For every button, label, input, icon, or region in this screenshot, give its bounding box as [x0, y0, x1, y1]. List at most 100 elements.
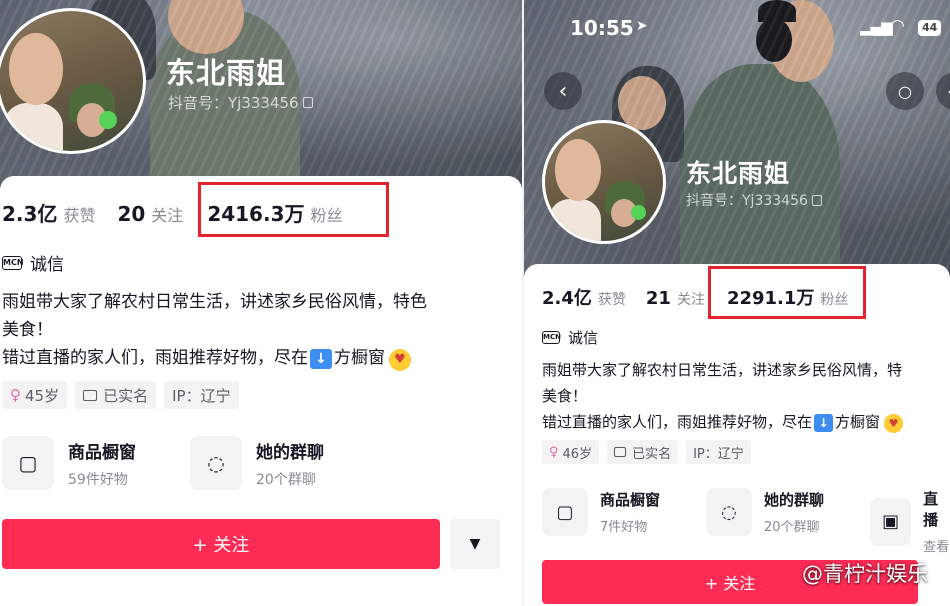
source-watermark: @青柠汁娱乐	[802, 562, 928, 586]
credit-row: MCN 诚信	[542, 327, 598, 348]
shopping-bag-icon: ▢	[542, 488, 588, 536]
live-sub: 查看	[923, 540, 950, 555]
avatar-shirt	[549, 199, 601, 241]
female-icon: ♀	[549, 444, 559, 460]
dropdown-button[interactable]: ▼	[450, 519, 500, 569]
avatar-helmet-lamp	[631, 205, 646, 220]
ip-tag: IP：辽宁	[686, 440, 751, 464]
verified-tag-label: 已实名	[632, 446, 672, 462]
bio-line-3-text: 错过直播的家人们，雨姐推荐好物，尽在	[542, 413, 813, 431]
profile-name: 东北雨姐	[166, 56, 287, 90]
shop-window-entry[interactable]: ▢ 商品橱窗 59件好物	[2, 436, 136, 490]
bio-line-2: 美食！	[2, 320, 53, 340]
following-label[interactable]: 关注	[151, 202, 183, 226]
down-arrow-emoji-icon: ↓	[310, 349, 332, 369]
age-tag-label: 46岁	[562, 446, 593, 462]
cover-figure-head	[168, 0, 244, 54]
group-chat-title: 她的群聊	[764, 491, 825, 509]
id-card-icon	[614, 447, 627, 457]
credit-row: MCN 诚信	[2, 250, 64, 275]
shop-window-count: 59件好物	[68, 471, 128, 488]
group-chat-count: 20个群聊	[764, 520, 820, 535]
following-count[interactable]: 20	[117, 202, 145, 226]
profile-avatar[interactable]	[542, 120, 666, 244]
profile-tags: ♀ 46岁 已实名 IP：辽宁	[542, 440, 759, 464]
avatar-face	[555, 139, 601, 201]
kiss-emoji-icon: ♥	[884, 414, 904, 433]
fans-highlight-box	[198, 182, 389, 237]
location-arrow-icon: ➤	[636, 18, 648, 34]
group-chat-entry[interactable]: ◌ 她的群聊 20个群聊	[706, 488, 824, 536]
avatar-face	[9, 33, 63, 105]
shop-window-count: 7件好物	[600, 520, 648, 535]
id-card-icon	[83, 389, 98, 401]
fans-highlight-box	[708, 266, 866, 319]
bio-line-1: 雨姐带大家了解农村日常生活，讲述家乡民俗风情，特色	[2, 292, 427, 312]
shopping-bag-icon: ▢	[2, 436, 54, 490]
live-title: 直播	[923, 490, 939, 529]
age-tag: ♀ 45岁	[2, 381, 68, 409]
bio-line-3-text: 错过直播的家人们，雨姐推荐好物，尽在	[2, 348, 308, 368]
female-icon: ♀	[10, 386, 21, 404]
group-chat-count: 20个群聊	[256, 471, 316, 488]
likes-label: 获赞	[597, 292, 626, 308]
cover-figure-2-head	[618, 76, 666, 130]
tv-icon: ▣	[870, 497, 912, 546]
follow-button[interactable]: + 关注	[2, 519, 440, 569]
likes-label: 获赞	[63, 206, 96, 225]
copy-icon[interactable]	[811, 194, 822, 206]
likes-count: 2.3亿	[2, 202, 58, 226]
shop-window-title: 商品橱窗	[600, 491, 661, 509]
following-label[interactable]: 关注	[677, 289, 705, 309]
ip-tag: IP：辽宁	[164, 381, 239, 409]
verified-tag: 已实名	[75, 381, 157, 409]
group-chat-title: 她的群聊	[256, 442, 324, 463]
shop-window-entry[interactable]: ▢ 商品橱窗 7件好物	[542, 488, 660, 536]
profile-avatar[interactable]	[0, 8, 146, 154]
right-profile-screenshot: 10:55 ➤ ▂▄▆ ◠ 44 ‹ ○ ⋯ 东北雨姐 抖音号：Yj333456…	[524, 0, 950, 606]
profile-bio: 雨姐带大家了解农村日常生活，讲述家乡民俗风情，特 美食！ 错过直播的家人们，雨姐…	[542, 357, 904, 435]
douyin-id-row: 抖音号：Yj333456	[168, 92, 313, 113]
battery-indicator: 44	[918, 20, 942, 36]
back-button[interactable]: ‹	[544, 72, 582, 110]
credit-label: 诚信	[30, 255, 64, 275]
chevron-left-icon: ‹	[558, 78, 568, 104]
following-count[interactable]: 21	[646, 288, 671, 309]
group-chat-entry[interactable]: ◌ 她的群聊 20个群聊	[190, 436, 324, 490]
group-chat-icon: ◌	[706, 488, 752, 536]
douyin-id: 抖音号：Yj333456	[686, 193, 808, 209]
bio-line-1: 雨姐带大家了解农村日常生活，讲述家乡民俗风情，特	[542, 361, 903, 379]
down-arrow-emoji-icon: ↓	[814, 414, 834, 432]
kiss-emoji-icon: ♥	[389, 349, 411, 371]
mcn-badge-icon: MCN	[542, 331, 561, 344]
search-button[interactable]: ○	[886, 72, 924, 110]
age-tag-label: 45岁	[25, 386, 60, 405]
triangle-down-icon: ▼	[469, 536, 481, 552]
status-bar: 10:55 ➤ ▂▄▆ ◠ 44	[524, 0, 950, 50]
bio-line-3-suffix: 方橱窗	[334, 348, 385, 368]
group-chat-icon: ◌	[190, 436, 242, 490]
age-tag: ♀ 46岁	[542, 440, 600, 464]
profile-bio: 雨姐带大家了解农村日常生活，讲述家乡民俗风情，特色 美食！ 错过直播的家人们，雨…	[2, 288, 427, 372]
verified-tag-label: 已实名	[103, 386, 149, 405]
profile-name: 东北雨姐	[686, 159, 791, 188]
avatar-shirt	[3, 103, 63, 151]
clock: 10:55	[570, 16, 634, 40]
verified-tag: 已实名	[607, 440, 679, 464]
copy-icon[interactable]	[302, 97, 313, 108]
wifi-icon: ◠	[890, 16, 905, 36]
douyin-id-row: 抖音号：Yj333456	[686, 190, 822, 210]
live-entry[interactable]: ▣ 直播 查看	[870, 488, 950, 555]
signal-icon: ▂▄▆	[860, 18, 893, 36]
left-profile-screenshot: 东北雨姐 抖音号：Yj333456 2.3亿 获赞 20 关注 2416.3万 …	[0, 0, 522, 606]
search-icon: ○	[898, 81, 912, 101]
bio-line-2: 美食！	[542, 387, 588, 405]
profile-tags: ♀ 45岁 已实名 IP：辽宁	[2, 381, 247, 409]
douyin-id: 抖音号：Yj333456	[168, 94, 299, 112]
bio-line-3: 错过直播的家人们，雨姐推荐好物，尽在 ↓ 方橱窗 ♥	[2, 344, 427, 372]
likes-count: 2.4亿	[542, 288, 592, 309]
bio-line-3: 错过直播的家人们，雨姐推荐好物，尽在 ↓ 方橱窗 ♥	[542, 409, 904, 435]
mcn-badge-icon: MCN	[2, 255, 24, 270]
avatar-helmet-lamp	[99, 111, 117, 129]
shop-window-title: 商品橱窗	[68, 442, 136, 463]
